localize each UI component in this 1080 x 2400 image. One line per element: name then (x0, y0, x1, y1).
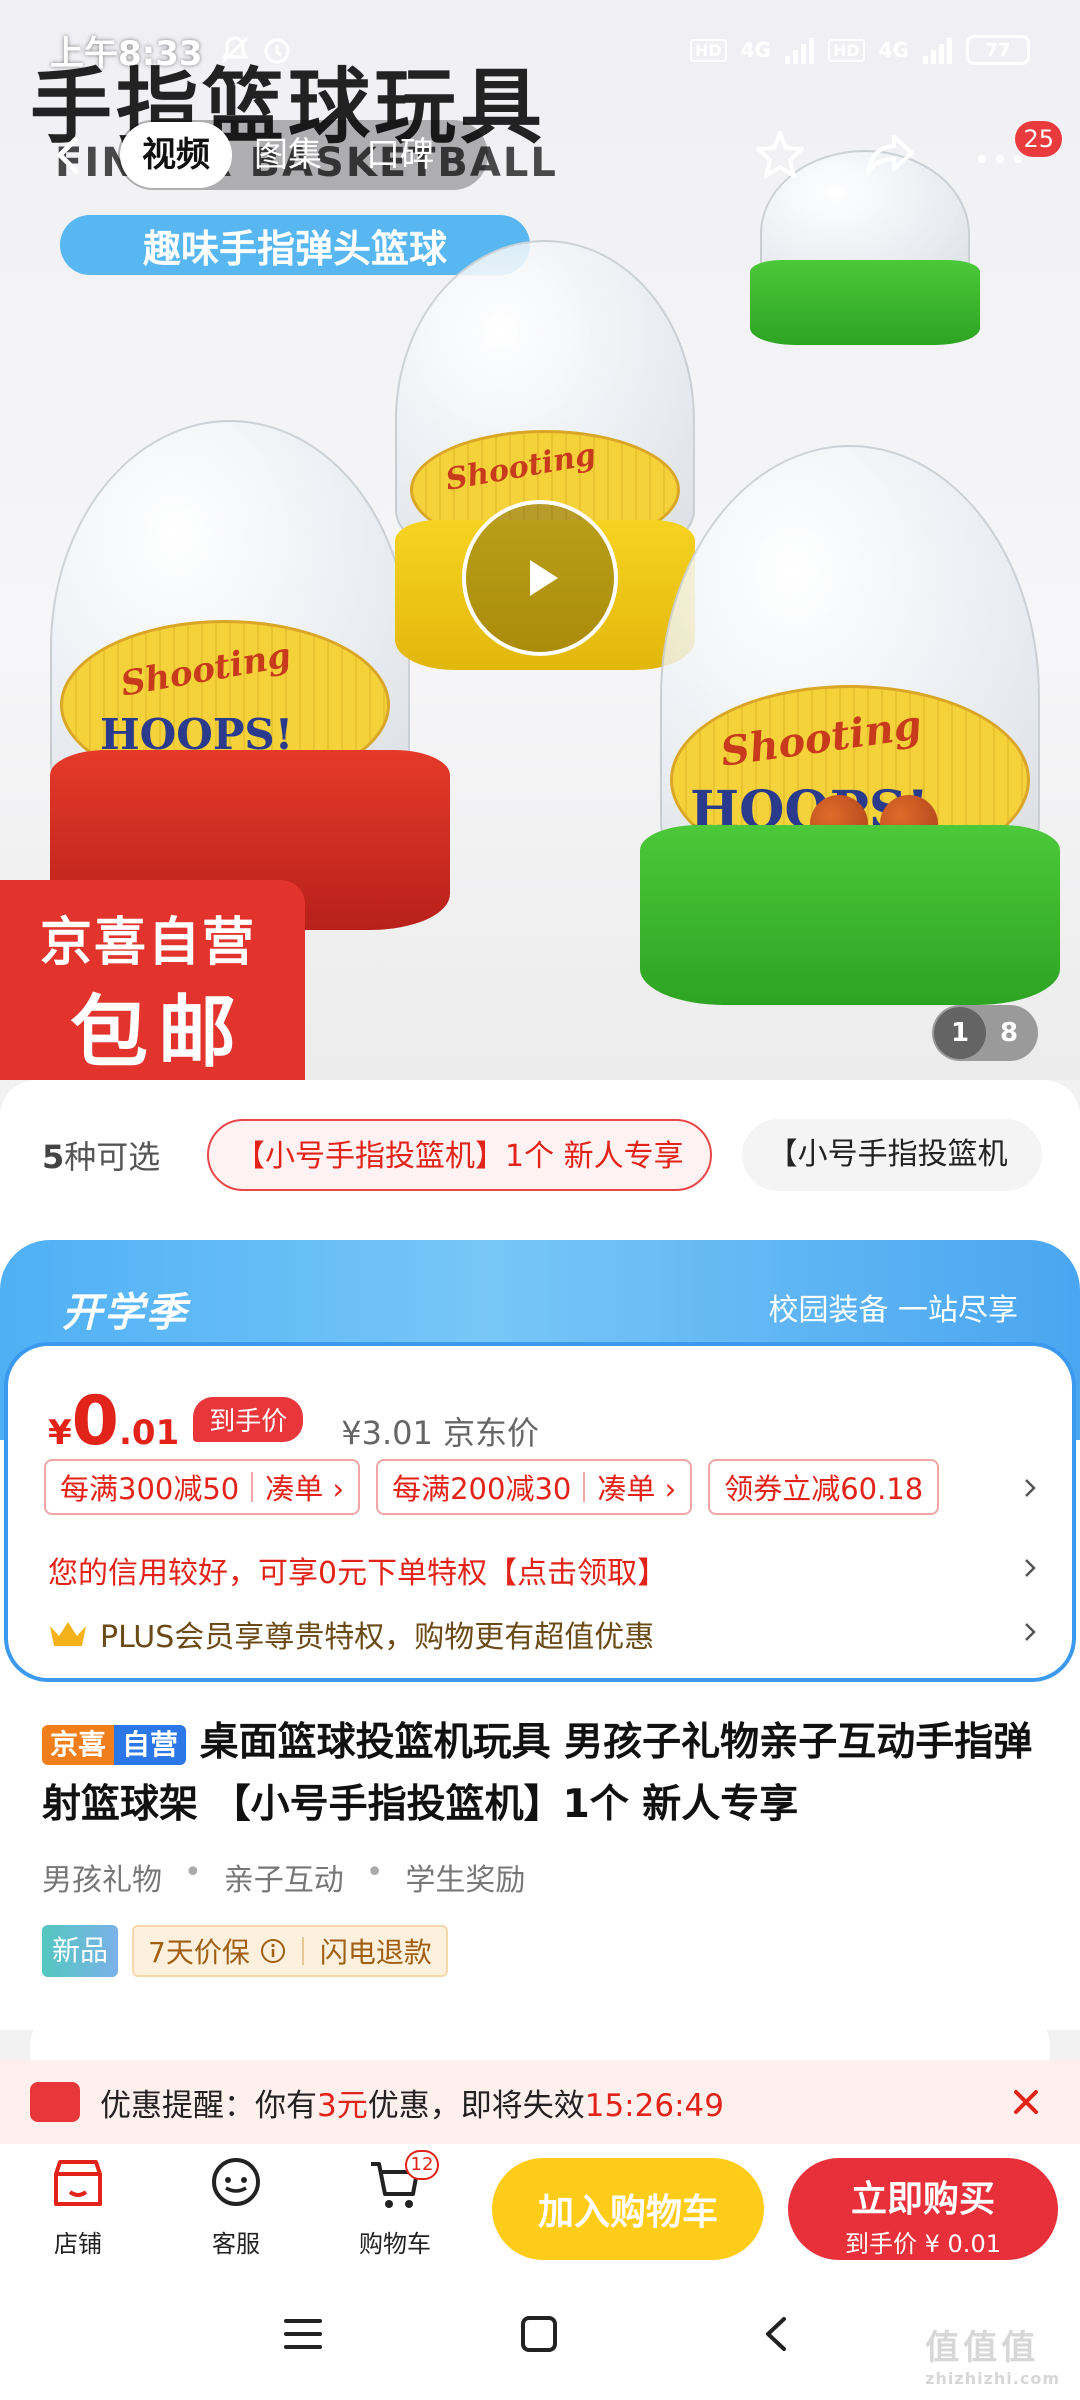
crown-icon (50, 1622, 86, 1646)
message-count-badge: 25 (1015, 121, 1062, 157)
hd-icon-2: HD (827, 38, 865, 62)
promo-badge-line1: 京喜自营 (40, 913, 257, 973)
pager-total: 8 (1000, 1018, 1019, 1048)
close-icon[interactable] (1008, 2084, 1044, 2120)
keyword[interactable]: 男孩礼物 (42, 1855, 162, 1899)
home-icon[interactable] (518, 2313, 560, 2355)
signal-icon-2 (923, 36, 952, 64)
video-play-button[interactable] (462, 500, 618, 656)
customer-service-button[interactable]: 客服 (186, 2156, 286, 2259)
signal-icon (784, 36, 814, 64)
variant-count[interactable]: 5种可选 (42, 1132, 207, 1178)
watermark: 值值值 zhizhizhi.com (925, 2328, 1060, 2388)
network-label-2: 4G (878, 38, 909, 62)
product-info: 京喜 自营 桌面篮球投篮机玩具 男孩子礼物亲子互动手指弹射篮球架 【小号手指投篮机… (0, 1690, 1080, 2030)
coupon-chip[interactable]: 每满300减50 凑单 › (44, 1459, 361, 1515)
shop-button[interactable]: 店铺 (28, 2156, 128, 2259)
chevron-right-icon[interactable] (1018, 1556, 1042, 1580)
price-line: ¥ 0 .01 到手价 ¥3.01 京东价 (48, 1382, 539, 1461)
chevron-right-icon[interactable] (1018, 1476, 1042, 1500)
more-menu-button[interactable]: 25 (970, 121, 1062, 185)
product-keywords: 男孩礼物 • 亲子互动 • 学生奖励 (42, 1855, 526, 1899)
chevron-right-icon[interactable] (1018, 1620, 1042, 1644)
play-icon (530, 560, 558, 596)
variant-selector: 5种可选 【小号手指投篮机】1个 新人专享 【小号手指投篮机 (0, 1080, 1080, 1230)
promo-badge: 京喜自营 包邮 (0, 880, 305, 1080)
service-guarantee[interactable]: 7天价保 闪电退款 (132, 1925, 448, 1977)
service-tags: 新品 7天价保 闪电退款 (42, 1925, 448, 1977)
alarm-icon (264, 38, 290, 64)
tab-reviews[interactable]: 口碑 (344, 122, 456, 188)
product-media-gallery[interactable]: 手指篮球玩具 FINGER BASKETBALL 趣味手指弹头篮球 Shooti… (0, 0, 1080, 1080)
price-box: ¥ 0 .01 到手价 ¥3.01 京东价 每满300减50 凑单 › 每满200… (4, 1342, 1076, 1682)
coupon-row: 每满300减50 凑单 › 每满200减30 凑单 › 领券立减60.18 (44, 1459, 940, 1515)
jd-price: ¥3.01 京东价 (341, 1414, 540, 1452)
info-icon (260, 1939, 285, 1963)
media-tabs: 视频 图集 口碑 (118, 120, 488, 190)
coupon-chip[interactable]: 每满200减30 凑单 › (376, 1459, 693, 1515)
variant-chip[interactable]: 【小号手指投篮机 (741, 1119, 1042, 1191)
chat-icon (212, 2158, 260, 2206)
menu-icon[interactable] (282, 2313, 324, 2355)
campaign-title: 开学季 (62, 1290, 188, 1336)
status-time: 上午8:33 (50, 33, 203, 74)
top-nav: 视频 图集 口碑 25 (0, 115, 1080, 195)
price-integer: 0 (71, 1382, 119, 1461)
campaign-subtitle: 校园装备 一站尽享 (768, 1293, 1018, 1328)
credit-offer-link[interactable]: 您的信用较好，可享0元下单特权【点击领取】 (48, 1548, 667, 1592)
battery-icon: 77 (966, 35, 1030, 65)
share-icon[interactable] (860, 125, 920, 185)
plus-membership-row[interactable]: PLUS会员享尊贵特权，购物更有超值优惠 (48, 1612, 654, 1656)
network-label-1: 4G (740, 38, 771, 62)
cart-count-badge: 12 (405, 2150, 439, 2180)
bottom-action-bar: 店铺 客服 12 购物车 加入购物车 立即购买 到手价 ¥ 0.01 (0, 2144, 1080, 2268)
system-navigation-bar (0, 2268, 1080, 2400)
mute-icon (220, 36, 249, 64)
coupon-chip[interactable]: 领券立减60.18 (708, 1459, 940, 1515)
toy-green: Shooting HOOPS! (640, 445, 1060, 1005)
image-pager: 1 8 (932, 1005, 1038, 1061)
coupon-icon (30, 2082, 80, 2122)
buy-now-button[interactable]: 立即购买 到手价 ¥ 0.01 (788, 2158, 1058, 2260)
coupon-reminder-bar[interactable]: 优惠提醒：你有3元优惠，即将失效15:26:49 (0, 2060, 1080, 2144)
favorite-star-icon[interactable] (750, 125, 810, 185)
variant-chip-selected[interactable]: 【小号手指投篮机】1个 新人专享 (207, 1119, 712, 1191)
cart-button[interactable]: 12 购物车 (345, 2150, 445, 2259)
currency-symbol: ¥ (48, 1413, 72, 1453)
plus-text: PLUS会员享尊贵特权，购物更有超值优惠 (100, 1620, 655, 1655)
promo-badge-line2: 包邮 (70, 988, 247, 1078)
self-operated-tag: 京喜 自营 (42, 1724, 187, 1765)
keyword[interactable]: 亲子互动 (224, 1855, 344, 1899)
shop-icon (54, 2160, 102, 2206)
product-title: 京喜 自营 桌面篮球投篮机玩具 男孩子礼物亲子互动手指弹射篮球架 【小号手指投篮机… (42, 1720, 1033, 1827)
product-page: 手指篮球玩具 FINGER BASKETBALL 趣味手指弹头篮球 Shooti… (0, 0, 1080, 2400)
price-promo-card: 开学季 校园装备 一站尽享 ¥ 0 .01 到手价 ¥3.01 京东价 每满30… (0, 1230, 1080, 1690)
pager-current: 1 (934, 1007, 986, 1059)
tab-video[interactable]: 视频 (120, 122, 232, 188)
final-price-tag: 到手价 (193, 1397, 304, 1442)
add-to-cart-button[interactable]: 加入购物车 (492, 2158, 764, 2260)
reminder-text: 优惠提醒：你有3元优惠，即将失效15:26:49 (100, 2087, 724, 2124)
price-decimal: .01 (119, 1413, 180, 1453)
keyword[interactable]: 学生奖励 (405, 1855, 525, 1899)
back-icon[interactable] (40, 125, 100, 185)
back-nav-icon[interactable] (756, 2313, 798, 2355)
tab-gallery[interactable]: 图集 (232, 122, 344, 188)
new-product-tag: 新品 (42, 1925, 119, 1977)
hd-icon: HD (689, 38, 727, 62)
status-bar: 上午8:33 HD 4G HD 4G 77 (0, 0, 1080, 100)
toy-red: Shooting HOOPS! (20, 420, 450, 940)
